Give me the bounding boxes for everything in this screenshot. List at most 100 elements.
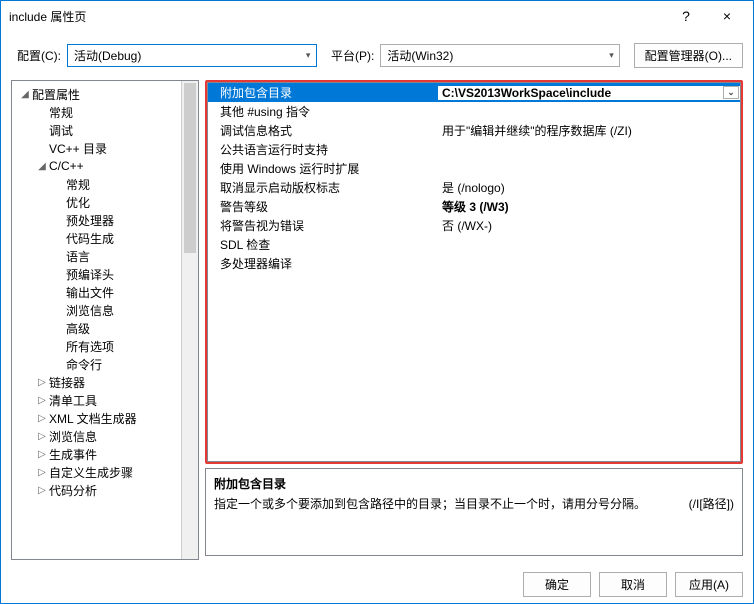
grid-row[interactable]: 多处理器编译: [208, 254, 740, 273]
grid-key: 公共语言运行时支持: [208, 141, 438, 158]
expand-icon: ▷: [35, 485, 49, 496]
description-title: 附加包含目录: [214, 475, 734, 493]
tree-item[interactable]: ◢配置属性: [14, 85, 179, 103]
grid-value[interactable]: 等级 3 (/W3): [438, 198, 740, 215]
tree-item-label: 语言: [66, 248, 90, 265]
grid-value-text: 等级 3 (/W3): [442, 198, 509, 215]
grid-row[interactable]: 其他 #using 指令: [208, 102, 740, 121]
grid-value[interactable]: 用于"编辑并继续"的程序数据库 (/ZI): [438, 122, 740, 139]
tree-item[interactable]: 所有选项: [14, 337, 179, 355]
tree-item[interactable]: VC++ 目录: [14, 139, 179, 157]
grid-key: 附加包含目录: [208, 84, 438, 101]
tree-item[interactable]: ▷XML 文档生成器: [14, 409, 179, 427]
grid-key: 警告等级: [208, 198, 438, 215]
tree-item[interactable]: 命令行: [14, 355, 179, 373]
scrollbar-thumb[interactable]: [184, 83, 196, 253]
config-input[interactable]: [68, 49, 299, 63]
tree-item-label: XML 文档生成器: [49, 410, 137, 427]
tree[interactable]: ◢配置属性常规调试VC++ 目录◢C/C++常规优化预处理器代码生成语言预编译头…: [12, 81, 181, 559]
grid-row[interactable]: 附加包含目录 C:\VS2013WorkSpace\include ⌄: [208, 83, 740, 102]
tree-item-label: 输出文件: [66, 284, 114, 301]
tree-item[interactable]: ▷浏览信息: [14, 427, 179, 445]
tree-item[interactable]: ◢C/C++: [14, 157, 179, 175]
window-title: include 属性页: [9, 8, 667, 25]
tree-item[interactable]: ▷自定义生成步骤: [14, 463, 179, 481]
grid-key: SDL 检查: [208, 236, 438, 253]
apply-button[interactable]: 应用(A): [675, 572, 743, 597]
grid-row[interactable]: 调试信息格式用于"编辑并继续"的程序数据库 (/ZI): [208, 121, 740, 140]
config-combo[interactable]: ▾: [67, 44, 317, 67]
tree-item[interactable]: 调试: [14, 121, 179, 139]
scrollbar[interactable]: [181, 81, 198, 559]
cancel-button[interactable]: 取消: [599, 572, 667, 597]
description-body: 指定一个或多个要添加到包含路径中的目录；当目录不止一个时，请用分号分隔。: [214, 495, 646, 513]
tree-item[interactable]: 优化: [14, 193, 179, 211]
tree-item[interactable]: ▷清单工具: [14, 391, 179, 409]
grid-value[interactable]: C:\VS2013WorkSpace\include ⌄: [438, 86, 740, 100]
expand-icon: ▷: [35, 431, 49, 442]
tree-item[interactable]: 浏览信息: [14, 301, 179, 319]
description-panel: 附加包含目录 指定一个或多个要添加到包含路径中的目录；当目录不止一个时，请用分号…: [205, 468, 743, 556]
tree-item[interactable]: 预编译头: [14, 265, 179, 283]
tree-item-label: 常规: [66, 176, 90, 193]
help-button[interactable]: ?: [667, 2, 705, 30]
config-label: 配置(C):: [17, 47, 61, 64]
grid-key: 取消显示启动版权标志: [208, 179, 438, 196]
tree-item[interactable]: 常规: [14, 103, 179, 121]
toolbar: 配置(C): ▾ 平台(P): ▾ 配置管理器(O)...: [1, 31, 753, 80]
close-button[interactable]: ×: [705, 2, 749, 30]
chevron-down-icon[interactable]: ⌄: [723, 86, 739, 99]
chevron-down-icon: ▾: [299, 50, 316, 61]
main-area: ◢配置属性常规调试VC++ 目录◢C/C++常规优化预处理器代码生成语言预编译头…: [1, 80, 753, 560]
grid-row[interactable]: 公共语言运行时支持: [208, 140, 740, 159]
grid-key: 多处理器编译: [208, 255, 438, 272]
chevron-down-icon: ▾: [603, 50, 620, 61]
platform-input[interactable]: [381, 49, 602, 63]
grid-key: 将警告视为错误: [208, 217, 438, 234]
tree-item[interactable]: ▷生成事件: [14, 445, 179, 463]
grid-highlight: 附加包含目录 C:\VS2013WorkSpace\include ⌄ 其他 #usi…: [205, 80, 743, 464]
tree-item-label: 所有选项: [66, 338, 114, 355]
tree-item[interactable]: 预处理器: [14, 211, 179, 229]
tree-item[interactable]: 代码生成: [14, 229, 179, 247]
tree-item-label: 浏览信息: [66, 302, 114, 319]
expand-icon: ▷: [35, 413, 49, 424]
tree-item-label: 命令行: [66, 356, 102, 373]
grid-row[interactable]: SDL 检查: [208, 235, 740, 254]
expand-icon: ▷: [35, 467, 49, 478]
ok-button[interactable]: 确定: [523, 572, 591, 597]
property-grid[interactable]: 附加包含目录 C:\VS2013WorkSpace\include ⌄ 其他 #usi…: [207, 82, 741, 462]
platform-label: 平台(P):: [331, 47, 374, 64]
platform-combo[interactable]: ▾: [380, 44, 620, 67]
grid-row[interactable]: 取消显示启动版权标志是 (/nologo): [208, 178, 740, 197]
expand-icon: ▷: [35, 377, 49, 388]
grid-key: 调试信息格式: [208, 122, 438, 139]
grid-row[interactable]: 警告等级等级 3 (/W3): [208, 197, 740, 216]
tree-item[interactable]: ▷链接器: [14, 373, 179, 391]
tree-item-label: 浏览信息: [49, 428, 97, 445]
tree-item-label: 代码分析: [49, 482, 97, 499]
grid-value-text: C:\VS2013WorkSpace\include: [442, 86, 611, 100]
grid-key: 其他 #using 指令: [208, 103, 438, 120]
grid-row[interactable]: 使用 Windows 运行时扩展: [208, 159, 740, 178]
expand-icon: ◢: [35, 161, 49, 172]
grid-value[interactable]: 否 (/WX-): [438, 217, 740, 234]
tree-item-label: 常规: [49, 104, 73, 121]
config-manager-button[interactable]: 配置管理器(O)...: [634, 43, 743, 68]
tree-item[interactable]: 语言: [14, 247, 179, 265]
tree-item[interactable]: 常规: [14, 175, 179, 193]
tree-item-label: VC++ 目录: [49, 140, 107, 157]
grid-value-text: 是 (/nologo): [442, 179, 505, 196]
tree-item[interactable]: 输出文件: [14, 283, 179, 301]
grid-value[interactable]: 是 (/nologo): [438, 179, 740, 196]
tree-item-label: 代码生成: [66, 230, 114, 247]
tree-item-label: 自定义生成步骤: [49, 464, 133, 481]
tree-item-label: 高级: [66, 320, 90, 337]
grid-key: 使用 Windows 运行时扩展: [208, 160, 438, 177]
tree-item-label: 生成事件: [49, 446, 97, 463]
tree-item-label: 优化: [66, 194, 90, 211]
grid-row[interactable]: 将警告视为错误否 (/WX-): [208, 216, 740, 235]
tree-item-label: C/C++: [49, 159, 84, 173]
tree-item[interactable]: ▷代码分析: [14, 481, 179, 499]
tree-item[interactable]: 高级: [14, 319, 179, 337]
